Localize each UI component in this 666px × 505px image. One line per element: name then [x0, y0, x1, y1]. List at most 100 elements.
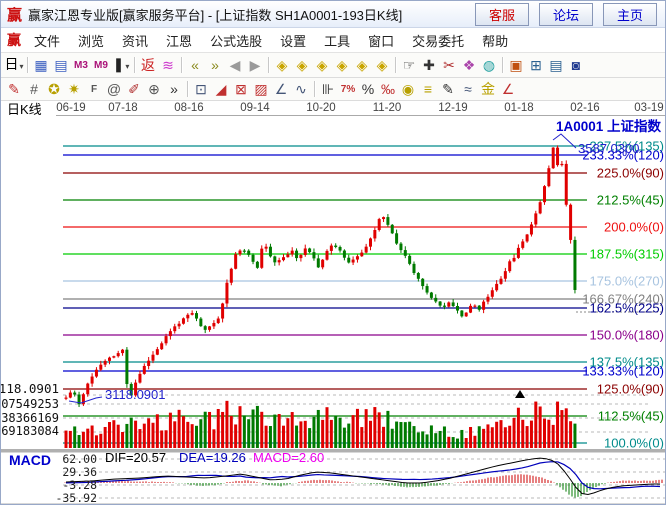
next-bar-icon[interactable]: ▶	[245, 56, 265, 75]
forum-button[interactable]: 论坛	[539, 3, 593, 26]
menu-item-6[interactable]: 工具	[315, 29, 359, 52]
dropdown-caret-icon: ▾	[19, 62, 23, 71]
menu-item-4[interactable]: 公式选股	[201, 29, 271, 52]
chart-area[interactable]: 日K线06-1907-1808-1609-1410-2011-2012-1901…	[1, 101, 666, 505]
permille-icon[interactable]: ‰	[378, 80, 398, 99]
hand-tool-icon[interactable]: ☞	[399, 56, 419, 75]
candle-style-selector[interactable]: ❚▾	[111, 55, 131, 76]
zoom-in-icon[interactable]: ◈	[292, 56, 312, 75]
fibonacci-icon[interactable]: F	[84, 80, 104, 99]
dropdown-caret-icon: ▾	[125, 62, 129, 71]
kline-9-icon[interactable]: M9	[91, 56, 111, 75]
toolbar-separator	[181, 57, 182, 73]
kline-chart-svg[interactable]: 日K线06-1907-1808-1609-1410-2011-2012-1901…	[1, 101, 666, 505]
menu-item-2[interactable]: 资讯	[113, 29, 157, 52]
date-tick-label: 08-16	[174, 102, 203, 114]
expand-icon[interactable]: ◈	[332, 56, 352, 75]
gold-ratio-icon[interactable]: ✪	[44, 80, 64, 99]
chip-distribution-icon[interactable]: ❖	[459, 56, 479, 75]
calculator-icon[interactable]: ⊞	[526, 56, 546, 75]
app-logo-icon: 赢	[7, 4, 22, 25]
zoom-out-icon[interactable]: ◈	[272, 56, 292, 75]
toolbar-separator	[395, 57, 396, 73]
kline-3-icon[interactable]: M3	[71, 56, 91, 75]
spiral-icon[interactable]: @	[104, 80, 124, 99]
date-tick-label: 12-19	[438, 102, 467, 114]
grid-tool-icon[interactable]: #	[24, 80, 44, 99]
pen-tool-icon[interactable]: ✎	[4, 80, 24, 99]
colored-line-icon[interactable]: ≋	[158, 56, 178, 75]
box-range-icon[interactable]: ⊡	[191, 80, 211, 99]
save-icon[interactable]: ◙	[566, 56, 586, 75]
gann-grid-icon[interactable]: ⊠	[231, 80, 251, 99]
menu-item-5[interactable]: 设置	[271, 29, 315, 52]
more-tools-icon[interactable]: »	[164, 80, 184, 99]
gann-level-label: 187.5%(315)	[590, 247, 664, 262]
date-tick-label: 10-20	[306, 102, 335, 114]
first-bar-icon[interactable]: «	[185, 56, 205, 75]
gann-level-label: 162.5%(225)	[590, 301, 664, 316]
multi-window-icon[interactable]: ▦	[31, 56, 51, 75]
toolbar-separator	[268, 57, 269, 73]
gold-section-icon[interactable]: ✷	[64, 80, 84, 99]
gann-level-label: 212.5%(45)	[597, 193, 664, 208]
dif-value-label: DIF=20.57	[105, 450, 166, 465]
scale-ruler-icon[interactable]: ⊪	[318, 80, 338, 99]
low-price-annotation: 3118.0901	[105, 387, 166, 402]
menu-items: 文件浏览资讯江恩公式选股设置工具窗口交易委托帮助	[25, 29, 517, 52]
gold-lines-icon[interactable]: ≡	[418, 80, 438, 99]
menu-item-7[interactable]: 窗口	[359, 29, 403, 52]
gold-price-icon[interactable]: 金	[478, 80, 498, 99]
angle-grid-icon[interactable]: ▨	[251, 80, 271, 99]
crosshair-icon[interactable]: ✚	[419, 56, 439, 75]
cloud-data-icon[interactable]: ◍	[479, 56, 499, 75]
menu-item-0[interactable]: 文件	[25, 29, 69, 52]
menu-item-3[interactable]: 江恩	[157, 29, 201, 52]
toolbar-separator	[187, 81, 188, 97]
period-selector[interactable]: 日▾	[4, 55, 24, 76]
date-tick-label: 07-18	[108, 102, 137, 114]
date-tick-label: 01-18	[504, 102, 533, 114]
wave-band-icon[interactable]: ≈	[458, 80, 478, 99]
gold-circle-icon[interactable]: ◉	[398, 80, 418, 99]
symbol-label: 1A0001 上证指数	[556, 118, 662, 134]
homepage-button[interactable]: 主页	[603, 3, 657, 26]
gann-fan-icon[interactable]: ◢	[211, 80, 231, 99]
macd-scale-label: 62.00	[62, 452, 97, 466]
macd-value-label: MACD=2.60	[253, 450, 324, 465]
memo-icon[interactable]: ▤	[546, 56, 566, 75]
calendar-icon[interactable]: ▣	[506, 56, 526, 75]
gann-level-label: 112.5%(45)	[598, 409, 664, 424]
cut-tool-icon[interactable]: ✂	[439, 56, 459, 75]
compress-icon[interactable]: ◈	[312, 56, 332, 75]
titlebar: 赢 赢家江恩专业版[赢家服务平台] - [上证指数 SH1A0001-193日K…	[1, 1, 665, 28]
date-tick-label: 03-19	[634, 102, 663, 114]
volume-scale-label: 138366169	[1, 411, 59, 425]
toolbar-drawing: ✎#✪✷F@✐⊕»⊡◢⊠▨∠∿⊪7%%‰◉≡✎≈金∠	[1, 78, 665, 101]
toolbar-separator	[27, 57, 28, 73]
gann-level-label: 200.0%(0)	[604, 220, 664, 235]
gann-level-label: 133.33%(120)	[582, 364, 664, 379]
measure-pen-icon[interactable]: ✐	[124, 80, 144, 99]
percent-icon[interactable]: %	[358, 80, 378, 99]
angle-line-icon[interactable]: ∠	[498, 80, 518, 99]
return-icon[interactable]: 返	[138, 56, 158, 75]
full-view-icon[interactable]: ◈	[372, 56, 392, 75]
percent-line-icon[interactable]: 7%	[338, 80, 358, 99]
date-tick-label: 02-16	[570, 102, 599, 114]
menu-item-9[interactable]: 帮助	[473, 29, 517, 52]
wave-tool-icon[interactable]: ∿	[291, 80, 311, 99]
gann-level-label: 125.0%(90)	[597, 382, 664, 397]
customer-service-button[interactable]: 客服	[475, 3, 529, 26]
menu-item-1[interactable]: 浏览	[69, 29, 113, 52]
fit-screen-icon[interactable]: ◈	[352, 56, 372, 75]
titlebar-buttons: 客服 论坛 主页	[475, 3, 657, 26]
last-bar-icon[interactable]: »	[205, 56, 225, 75]
annotate-icon[interactable]: ✎	[438, 80, 458, 99]
gann-circle-icon[interactable]: ⊕	[144, 80, 164, 99]
quote-board-icon[interactable]: ▤	[51, 56, 71, 75]
prev-bar-icon[interactable]: ◀	[225, 56, 245, 75]
menu-item-8[interactable]: 交易委托	[403, 29, 473, 52]
trend-angle-icon[interactable]: ∠	[271, 80, 291, 99]
menu-bar: 赢 文件浏览资讯江恩公式选股设置工具窗口交易委托帮助	[1, 28, 665, 53]
